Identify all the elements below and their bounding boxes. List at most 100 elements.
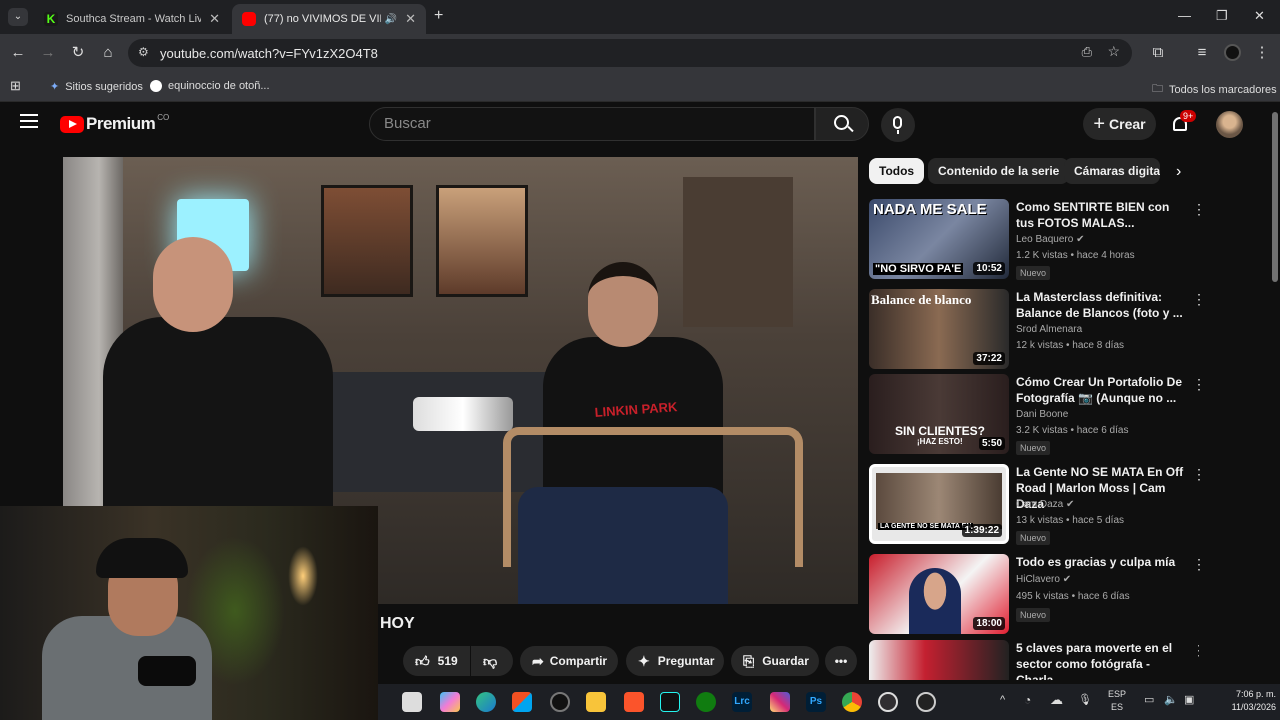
- scrollbar-thumb[interactable]: [1272, 112, 1278, 282]
- microphone: [138, 656, 196, 686]
- rec-channel[interactable]: Cam Daza ✔: [1016, 499, 1074, 510]
- rec-title[interactable]: Todo es gracias y culpa mía: [1016, 554, 1188, 570]
- home-icon[interactable]: ⌂: [98, 43, 118, 63]
- hamburger-menu-icon[interactable]: [20, 114, 38, 128]
- youtube-logo[interactable]: Premium CO: [60, 113, 169, 134]
- rec-thumbnail[interactable]: 18:00: [869, 554, 1009, 634]
- tab-youtube[interactable]: (77) no VIVIMOS DE VIEWS 🔊 ✕: [232, 4, 426, 34]
- speaker-icon[interactable]: 🔊: [385, 14, 397, 25]
- more-vert-icon[interactable]: ⋮: [1192, 556, 1206, 573]
- rec-title[interactable]: La Masterclass definitiva: Balance de Bl…: [1016, 289, 1188, 321]
- share-button[interactable]: ➦ Compartir: [520, 646, 618, 676]
- chip-todos[interactable]: Todos: [869, 158, 925, 184]
- rec-channel[interactable]: Srod Almenara: [1016, 324, 1082, 335]
- rec-thumbnail[interactable]: NADA ME SALE "NO SIRVO PA'E 10:52: [869, 199, 1009, 279]
- rec-channel[interactable]: Dani Boone: [1016, 409, 1068, 420]
- profile-avatar[interactable]: [1224, 44, 1241, 61]
- instagram-icon[interactable]: [770, 692, 790, 712]
- more-vert-icon[interactable]: ⋮: [1192, 291, 1206, 308]
- rec-thumbnail[interactable]: SIN CLIENTES? ¡HAZ ESTO! 5:50: [869, 374, 1009, 454]
- more-vert-icon[interactable]: ⋮: [1192, 376, 1206, 393]
- new-tab-button[interactable]: +: [434, 7, 443, 25]
- brave-icon[interactable]: [624, 692, 644, 712]
- dislike-button[interactable]: 👎︎: [471, 646, 513, 676]
- rec-channel[interactable]: HiClavero ✔: [1016, 574, 1071, 585]
- lightroom-icon[interactable]: Lrc: [732, 692, 752, 712]
- minimize-button[interactable]: —: [1178, 8, 1191, 23]
- maximize-button[interactable]: ❐: [1216, 8, 1228, 24]
- page-scrollbar[interactable]: [1270, 102, 1280, 684]
- tray-icon[interactable]: ◔: [1024, 693, 1031, 707]
- app-circle-icon[interactable]: [550, 692, 570, 712]
- task-view-icon[interactable]: [402, 692, 422, 712]
- more-vert-icon[interactable]: ⋮: [1192, 201, 1206, 218]
- chips-next-icon[interactable]: ›: [1176, 163, 1181, 181]
- more-vert-icon[interactable]: ⋮: [1192, 642, 1199, 659]
- store-icon[interactable]: [512, 692, 532, 712]
- forward-icon[interactable]: →: [38, 43, 58, 63]
- rec-item[interactable]: Balance de blanco 37:22 La Masterclass d…: [869, 289, 1206, 371]
- edge-icon[interactable]: [476, 692, 496, 712]
- obs-icon[interactable]: [878, 692, 898, 712]
- install-icon[interactable]: ⎙: [1082, 44, 1092, 60]
- reload-icon[interactable]: ↻: [68, 43, 88, 63]
- mic-tray-icon[interactable]: 🎙: [1078, 693, 1092, 706]
- site-info-icon[interactable]: ⚙: [138, 45, 149, 59]
- rec-item[interactable]: 18:00 Todo es gracias y culpa mía HiClav…: [869, 554, 1206, 636]
- rec-item[interactable]: NADA ME SALE "NO SIRVO PA'E 10:52 Como S…: [869, 199, 1206, 281]
- streaming-app-icon[interactable]: [916, 692, 936, 712]
- star-icon[interactable]: ☆: [1107, 43, 1120, 60]
- bookmark-equinoccio[interactable]: equinoccio de otoñ...: [150, 80, 270, 92]
- tray-chevron-icon[interactable]: ^: [1000, 694, 1005, 706]
- cloud-icon[interactable]: ☁: [1050, 692, 1063, 708]
- rec-thumbnail[interactable]: LA GENTE NO SE MATA EN 1:39:22: [869, 464, 1009, 544]
- volume-icon[interactable]: 🔈: [1164, 693, 1178, 706]
- rec-title[interactable]: Como SENTIRTE BIEN con tus FOTOS MALAS..…: [1016, 199, 1188, 231]
- rec-thumbnail[interactable]: [869, 640, 1009, 680]
- like-button[interactable]: 👍︎ 519: [403, 646, 470, 676]
- battery-icon[interactable]: ▣: [1184, 693, 1194, 706]
- language-indicator[interactable]: ESP ES: [1108, 688, 1126, 714]
- notifications-button[interactable]: 9+: [1170, 110, 1197, 136]
- user-avatar[interactable]: [1216, 111, 1243, 138]
- extensions-icon[interactable]: ⧉: [1148, 43, 1168, 63]
- photoshop-icon[interactable]: Ps: [806, 692, 826, 712]
- rec-thumbnail[interactable]: Balance de blanco 37:22: [869, 289, 1009, 369]
- all-bookmarks[interactable]: 🗀 Todos los marcadores: [1152, 80, 1277, 99]
- tab-kick[interactable]: K Southca Stream - Watch Live o ✕: [34, 4, 230, 34]
- chip-series[interactable]: Contenido de la serie: [928, 158, 1070, 184]
- voice-search-button[interactable]: [881, 108, 915, 142]
- create-button[interactable]: + Crear: [1083, 108, 1156, 140]
- ask-button[interactable]: ✦ Preguntar: [626, 646, 724, 676]
- apps-icon[interactable]: ⊞: [10, 78, 21, 94]
- rec-item[interactable]: LA GENTE NO SE MATA EN 1:39:22 La Gente …: [869, 464, 1206, 546]
- more-vert-icon[interactable]: ⋮: [1192, 466, 1206, 483]
- save-button[interactable]: ⎘ Guardar: [731, 646, 819, 676]
- close-icon[interactable]: ✕: [209, 11, 220, 27]
- create-label: Crear: [1109, 116, 1146, 132]
- back-icon[interactable]: ←: [8, 43, 28, 63]
- tab-search-icon[interactable]: ⌄: [8, 8, 28, 26]
- rec-item[interactable]: SIN CLIENTES? ¡HAZ ESTO! 5:50 Cómo Crear…: [869, 374, 1206, 456]
- close-icon[interactable]: ✕: [405, 11, 416, 27]
- rec-title[interactable]: 5 claves para moverte en el sector como …: [1016, 640, 1188, 680]
- bookmark-suggested[interactable]: ✦ Sitios sugeridos: [50, 80, 143, 94]
- menu-icon[interactable]: ⋮: [1252, 43, 1272, 63]
- copilot-icon[interactable]: [440, 692, 460, 712]
- more-actions-button[interactable]: •••: [825, 646, 857, 676]
- rec-channel[interactable]: Leo Baquero ✔: [1016, 234, 1084, 245]
- media-icon[interactable]: ≡: [1192, 43, 1212, 63]
- clock[interactable]: 7:06 p. m. 11/03/2026: [1206, 688, 1276, 714]
- network-icon[interactable]: ▭: [1144, 693, 1154, 706]
- search-input[interactable]: Buscar: [369, 107, 815, 141]
- search-button[interactable]: [815, 107, 869, 141]
- rec-title[interactable]: Cómo Crear Un Portafolio De Fotografía 📷…: [1016, 374, 1188, 406]
- close-window-button[interactable]: ✕: [1254, 8, 1265, 24]
- chip-cameras[interactable]: Cámaras digitale: [1064, 158, 1160, 184]
- rec-item[interactable]: 5 claves para moverte en el sector como …: [869, 640, 1199, 680]
- address-bar[interactable]: ⚙ youtube.com/watch?v=FYv1zX2O4T8 ⎙ ☆: [128, 39, 1132, 67]
- file-explorer-icon[interactable]: [586, 692, 606, 712]
- chrome-icon[interactable]: [842, 692, 862, 712]
- xbox-icon[interactable]: [696, 692, 716, 712]
- tiktok-icon[interactable]: [660, 692, 680, 712]
